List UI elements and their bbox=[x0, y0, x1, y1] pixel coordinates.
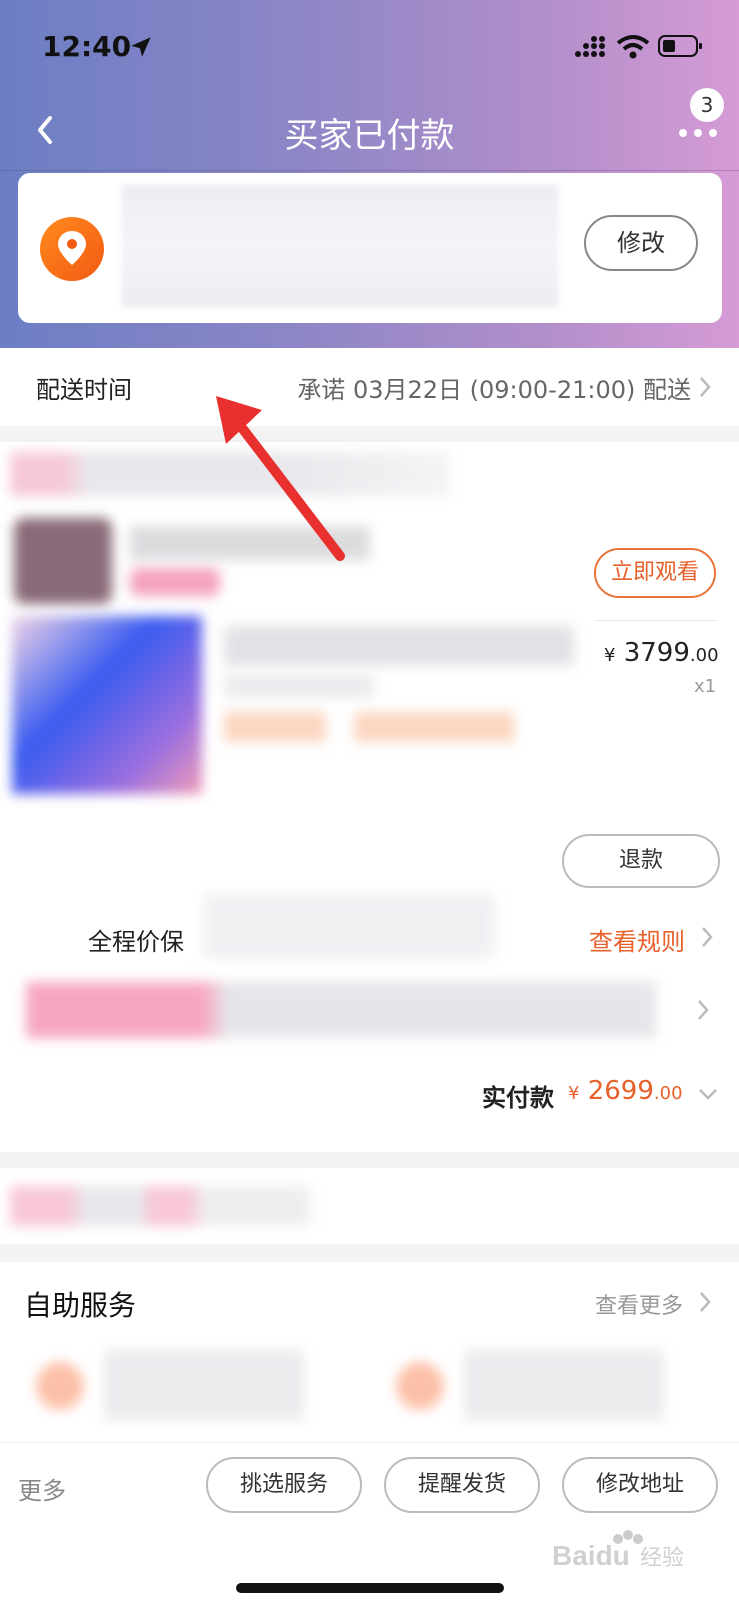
svg-text:经验: 经验 bbox=[640, 1546, 684, 1571]
promo-blurred bbox=[10, 1186, 310, 1226]
promo-row[interactable] bbox=[0, 1168, 739, 1244]
refund-button[interactable]: 退款 bbox=[562, 834, 720, 888]
amount-paid-value: ¥ 2699.00 bbox=[568, 1076, 683, 1106]
location-arrow-icon bbox=[131, 37, 151, 57]
page-title: 买家已付款 bbox=[284, 116, 455, 156]
chevron-right-icon bbox=[700, 377, 711, 397]
change-address-button[interactable]: 修改地址 bbox=[562, 1457, 718, 1513]
more-dots-icon bbox=[679, 129, 717, 137]
choose-service-button[interactable]: 挑选服务 bbox=[206, 1457, 362, 1513]
service-icon-blurred[interactable] bbox=[396, 1362, 444, 1410]
chevron-right-icon bbox=[698, 1000, 709, 1020]
paid-decimal: .00 bbox=[653, 1083, 683, 1104]
live-tag-blurred bbox=[130, 568, 220, 596]
paid-integer: 2699 bbox=[587, 1076, 654, 1106]
live-avatar-blurred bbox=[14, 518, 112, 604]
price-currency: ¥ bbox=[604, 645, 616, 666]
bottom-action-bar: 更多 挑选服务 提醒发货 修改地址 Baidu 经验 bbox=[0, 1442, 739, 1600]
amount-paid-label: 实付款 bbox=[482, 1084, 554, 1112]
price-guarantee-label: 全程价保 bbox=[88, 928, 184, 956]
nav-bar: 买家已付款 bbox=[0, 90, 739, 170]
service-text-blurred bbox=[464, 1350, 664, 1420]
service-text-blurred bbox=[104, 1350, 304, 1420]
price-integer: 3799 bbox=[623, 638, 690, 668]
self-service-title: 自助服务 bbox=[24, 1289, 137, 1322]
remind-shipping-button[interactable]: 提醒发货 bbox=[384, 1457, 540, 1513]
product-quantity: x1 bbox=[694, 676, 717, 697]
product-title-blurred bbox=[224, 626, 574, 666]
divider bbox=[594, 620, 716, 621]
address-card[interactable]: 修改 bbox=[18, 173, 722, 323]
delivery-time-value: 承诺 03月22日 (09:00-21:00) 配送 bbox=[297, 376, 691, 404]
promo-banner-blurred[interactable] bbox=[26, 982, 656, 1038]
address-blurred bbox=[122, 185, 558, 307]
svg-text:Baidu: Baidu bbox=[552, 1540, 630, 1571]
chevron-down-icon[interactable] bbox=[698, 1088, 718, 1100]
order-card: 立即观看 ¥ 3799.00 x1 退款 全程价保 查看规则 实付款 ¥ 269… bbox=[0, 442, 739, 1152]
status-bar: 12:40 bbox=[0, 0, 739, 90]
notification-badge: 3 bbox=[690, 88, 724, 122]
product-tags-blurred bbox=[224, 712, 514, 742]
live-title-blurred bbox=[130, 526, 370, 560]
shop-name-blurred bbox=[10, 452, 450, 496]
paid-currency: ¥ bbox=[568, 1083, 580, 1104]
price-decimal: .00 bbox=[689, 645, 719, 666]
more-actions-link[interactable]: 更多 bbox=[18, 1471, 66, 1506]
view-rules-link[interactable]: 查看规则 bbox=[589, 922, 685, 957]
chevron-right-icon bbox=[700, 1292, 711, 1312]
self-service-section: 自助服务 查看更多 bbox=[0, 1262, 739, 1442]
watch-now-button[interactable]: 立即观看 bbox=[594, 548, 716, 598]
product-image-blurred bbox=[12, 616, 202, 794]
cellular-signal-icon bbox=[575, 36, 605, 57]
divider bbox=[0, 170, 739, 171]
home-indicator bbox=[236, 1583, 504, 1593]
product-spec-blurred bbox=[224, 674, 374, 698]
battery-icon bbox=[658, 35, 702, 57]
baidu-jingyan-watermark: Baidu 经验 bbox=[552, 1530, 684, 1571]
status-time: 12:40 bbox=[42, 30, 132, 63]
service-icon-blurred[interactable] bbox=[36, 1362, 84, 1410]
view-more-link[interactable]: 查看更多 bbox=[595, 1288, 683, 1320]
wifi-icon bbox=[616, 35, 650, 59]
guarantee-desc-blurred bbox=[204, 894, 494, 958]
delivery-time-row[interactable]: 配送时间 承诺 03月22日 (09:00-21:00) 配送 bbox=[0, 348, 739, 426]
location-pin-icon bbox=[40, 217, 104, 281]
product-price: ¥ 3799.00 bbox=[604, 638, 719, 668]
chevron-right-icon bbox=[702, 927, 713, 947]
modify-address-button[interactable]: 修改 bbox=[584, 215, 698, 271]
more-menu-button[interactable] bbox=[674, 116, 724, 146]
delivery-time-label: 配送时间 bbox=[36, 376, 132, 404]
